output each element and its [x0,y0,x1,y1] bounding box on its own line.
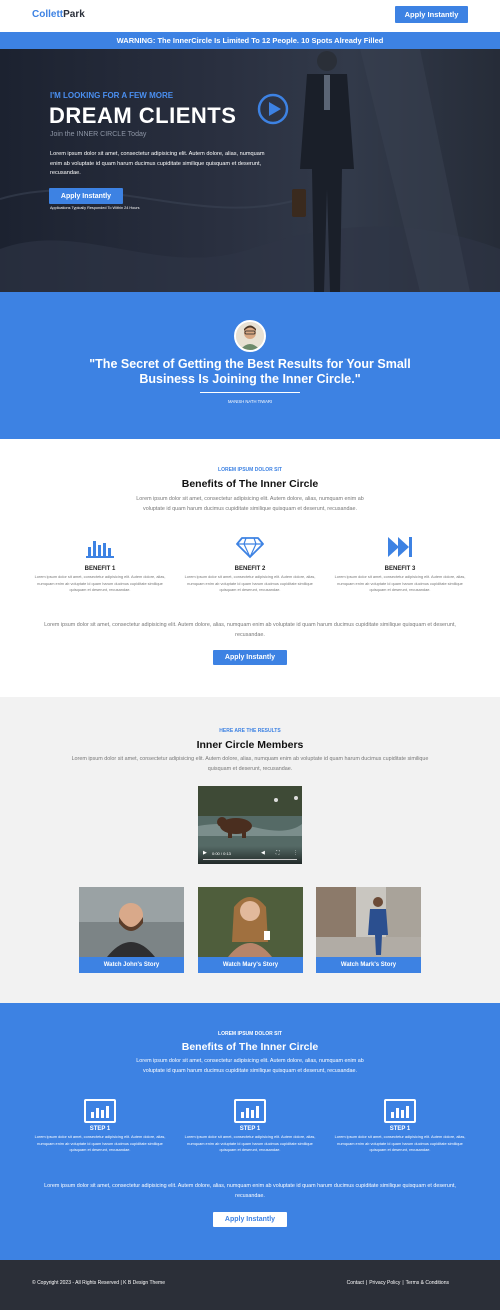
hero-apply-button[interactable]: Apply Instantly [49,188,123,204]
man-in-suit-image [316,887,421,957]
step-title: STEP 1 [239,1126,261,1132]
fullscreen-icon[interactable]: ⛶ [276,850,280,856]
step-item-2: STEP 1 Lorem ipsum dolor sit amet, conse… [180,1099,320,1154]
watch-story-button[interactable]: Watch Mark's Story [316,957,421,973]
story-card-mark[interactable]: Watch Mark's Story [316,887,421,973]
footer-link-privacy[interactable]: Privacy Policy [369,1280,400,1286]
video-time: 0:00 / 0:13 [212,851,231,856]
benefits-title: Benefits of The Inner Circle [181,478,319,490]
person-avatar-icon [236,322,264,350]
copyright-text: © Copyright 2023 - All Rights Reserved |… [32,1280,166,1286]
step-text: Lorem ipsum dolor sit amet, consectetur … [334,1134,466,1152]
header-apply-button[interactable]: Apply Instantly [395,6,468,23]
warning-bar: WARNING: The InnerCircle Is Limited To 1… [0,32,500,49]
benefits-description: Lorem ipsum dolor sit amet, consectetur … [136,496,364,512]
testimonial-section: "The Secret of Getting the Best Results … [0,292,500,439]
john-photo [79,887,184,957]
members-description: Lorem ipsum dolor sit amet, consectetur … [71,756,429,772]
footer-link-contact[interactable]: Contact [347,1280,364,1286]
steps-description: Lorem ipsum dolor sit amet, consectetur … [136,1058,364,1074]
site-header: CollettPark Apply Instantly [0,0,500,32]
footer-links: Contact | Privacy Policy | Terms & Condi… [347,1280,449,1286]
benefit-text: Lorem ipsum dolor sit amet, consectetur … [184,574,316,592]
footer-separator: | [365,1280,368,1286]
step-text: Lorem ipsum dolor sit amet, consectetur … [34,1134,166,1152]
woman-portrait-image [198,887,303,957]
members-title: Inner Circle Members [196,739,304,751]
step-text: Lorem ipsum dolor sit amet, consectetur … [184,1134,316,1152]
watch-story-button[interactable]: Watch John's Story [79,957,184,973]
bar-chart-icon [86,541,114,558]
logo-part-2: Park [63,9,85,20]
site-logo[interactable]: CollettPark [32,9,85,20]
bar-chart-icon [384,1099,416,1123]
site-footer: © Copyright 2023 - All Rights Reserved |… [0,1260,500,1310]
members-eyebrow: HERE ARE THE RESULTS [219,728,281,734]
benefit-item-2: BENEFIT 2 Lorem ipsum dolor sit amet, co… [180,535,320,594]
step-title: STEP 1 [89,1126,111,1132]
steps-title: Benefits of The Inner Circle [181,1041,319,1053]
testimonial-author: MANISH NATH TIWARI [227,399,273,404]
mary-photo [198,887,303,957]
hero-response-note: Applications Typically Responded To With… [50,206,140,210]
quote-divider [200,392,300,393]
step-title: STEP 1 [389,1126,411,1132]
hero-body-text: Lorem ipsum dolor sit amet, consectetur … [50,151,265,176]
steps-section: LOREM IPSUM DOLOR SIT Benefits of The In… [0,1003,500,1260]
play-video-icon[interactable] [257,93,289,125]
steps-apply-button[interactable]: Apply Instantly [213,1212,287,1227]
fast-forward-icon [388,537,412,557]
footer-link-terms[interactable]: Terms & Conditions [406,1280,449,1286]
more-options-icon[interactable]: ⋮ [293,850,298,856]
video-player[interactable]: ▶ 0:00 / 0:13 ◀ ⛶ ⋮ [198,786,302,864]
footer-separator: | [402,1280,404,1286]
benefit-title: BENEFIT 1 [84,566,116,572]
benefit-title: BENEFIT 3 [384,566,416,572]
volume-icon[interactable]: ◀ [261,850,265,856]
video-play-icon[interactable]: ▶ [203,850,207,856]
hero-pretitle: I'M LOOKING FOR A FEW MORE [50,91,174,100]
hero-businessman-image [292,51,354,292]
benefits-eyebrow: LOREM IPSUM DOLOR SIT [218,467,282,473]
benefit-text: Lorem ipsum dolor sit amet, consectetur … [334,574,466,592]
steps-eyebrow: LOREM IPSUM DOLOR SIT [218,1031,282,1037]
members-section: HERE ARE THE RESULTS Inner Circle Member… [0,697,500,1003]
testimonial-avatar [234,320,266,352]
testimonial-quote: "The Secret of Getting the Best Results … [89,357,411,386]
benefits-apply-button[interactable]: Apply Instantly [213,650,287,665]
story-card-mary[interactable]: Watch Mary's Story [198,887,303,973]
mark-photo [316,887,421,957]
benefits-footer-text: Lorem ipsum dolor sit amet, consectetur … [44,622,456,638]
benefit-text: Lorem ipsum dolor sit amet, consectetur … [34,574,166,592]
hero-section: I'M LOOKING FOR A FEW MORE DREAM CLIENTS… [0,49,500,292]
benefits-section: LOREM IPSUM DOLOR SIT Benefits of The In… [0,439,500,697]
hero-subtitle: Join the INNER CIRCLE Today [50,131,147,138]
video-progress-bar[interactable] [203,859,297,860]
watch-story-button[interactable]: Watch Mary's Story [198,957,303,973]
hero-title: DREAM CLIENTS [49,103,237,128]
bar-chart-icon [234,1099,266,1123]
benefit-item-3: BENEFIT 3 Lorem ipsum dolor sit amet, co… [330,535,470,594]
step-item-1: STEP 1 Lorem ipsum dolor sit amet, conse… [30,1099,170,1154]
story-card-john[interactable]: Watch John's Story [79,887,184,973]
benefit-title: BENEFIT 2 [234,566,266,572]
man-portrait-image [79,887,184,957]
benefit-item-1: BENEFIT 1 Lorem ipsum dolor sit amet, co… [30,535,170,594]
diamond-icon [236,537,264,559]
steps-footer-text: Lorem ipsum dolor sit amet, consectetur … [44,1183,456,1199]
step-item-3: STEP 1 Lorem ipsum dolor sit amet, conse… [330,1099,470,1154]
logo-part-1: Collett [32,9,64,20]
bar-chart-icon [84,1099,116,1123]
